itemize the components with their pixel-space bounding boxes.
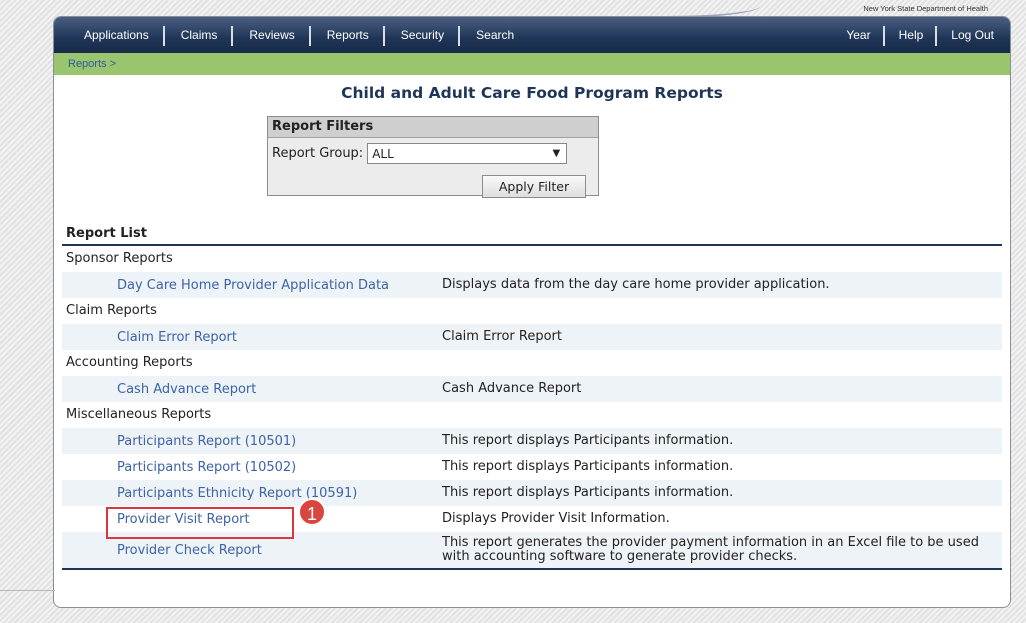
report-list-heading: Report List	[62, 224, 1002, 246]
report-link-participants-ethnicity-report-10591[interactable]: Participants Ethnicity Report (10591)	[62, 486, 442, 501]
highlight-box	[106, 507, 294, 539]
table-row: Participants Report (10502) This report …	[62, 454, 1002, 480]
breadcrumb-bar: Reports >	[54, 53, 1010, 75]
breadcrumb[interactable]: Reports >	[68, 58, 116, 70]
nav-right: Year Help Log Out	[832, 17, 1004, 53]
divider	[0, 590, 55, 591]
step-callout: 1	[298, 498, 326, 526]
table-row: Cash Advance Report Cash Advance Report	[62, 376, 1002, 402]
page-title: Child and Adult Care Food Program Report…	[341, 84, 723, 102]
report-description: Claim Error Report	[442, 329, 562, 344]
nav-search[interactable]: Search	[460, 17, 530, 53]
report-description: Cash Advance Report	[442, 381, 582, 396]
group-claim-reports: Claim Reports	[66, 303, 157, 318]
report-link-cash-advance-report[interactable]: Cash Advance Report	[62, 382, 442, 397]
table-row: Participants Ethnicity Report (10591) Th…	[62, 480, 1002, 506]
nav-security[interactable]: Security	[385, 17, 461, 53]
main-nav: Applications Claims Reviews Reports Secu…	[54, 17, 1010, 53]
report-filters-panel: Report Filters Report Group: ALL ▼ Apply…	[267, 116, 599, 198]
nav-year[interactable]: Year	[832, 17, 885, 53]
report-link-participants-report-10502[interactable]: Participants Report (10502)	[62, 460, 442, 475]
agency-name: New York State Department of Health	[863, 4, 988, 13]
report-description: This report displays Participants inform…	[442, 433, 734, 448]
group-accounting-reports: Accounting Reports	[66, 355, 193, 370]
report-description: This report displays Participants inform…	[442, 459, 734, 474]
nav-applications[interactable]: Applications	[68, 17, 165, 53]
nav-help[interactable]: Help	[885, 17, 938, 53]
nav-logout[interactable]: Log Out	[937, 17, 1004, 53]
nav-claims[interactable]: Claims	[165, 17, 234, 53]
report-link-provider-check-report[interactable]: Provider Check Report	[62, 543, 442, 558]
report-link-participants-report-10501[interactable]: Participants Report (10501)	[62, 434, 442, 449]
report-group-row: Report Group: ALL ▼	[268, 138, 598, 164]
report-description: This report generates the provider payme…	[442, 535, 979, 564]
report-description: Displays data from the day care home pro…	[442, 277, 830, 292]
group-sponsor-reports: Sponsor Reports	[66, 251, 173, 266]
report-description: This report displays Participants inform…	[442, 485, 734, 500]
report-description: Displays Provider Visit Information.	[442, 511, 670, 526]
report-group-select[interactable]: ALL ▼	[367, 143, 568, 164]
table-row: Day Care Home Provider Application Data …	[62, 272, 1002, 298]
nav-reviews[interactable]: Reviews	[233, 17, 312, 53]
filters-heading: Report Filters	[268, 117, 598, 138]
nav-reports[interactable]: Reports	[311, 17, 385, 53]
report-group-value: ALL	[372, 146, 394, 161]
apply-filter-button[interactable]: Apply Filter	[482, 175, 586, 198]
chevron-down-icon: ▼	[552, 148, 561, 159]
group-miscellaneous-reports: Miscellaneous Reports	[66, 407, 212, 422]
report-link-claim-error-report[interactable]: Claim Error Report	[62, 330, 442, 345]
report-link-day-care-home-provider-application-data[interactable]: Day Care Home Provider Application Data	[62, 278, 442, 293]
nav-left: Applications Claims Reviews Reports Secu…	[68, 17, 530, 53]
report-group-label: Report Group:	[272, 146, 364, 161]
table-row: Participants Report (10501) This report …	[62, 428, 1002, 454]
table-row: Claim Error Report Claim Error Report	[62, 324, 1002, 350]
